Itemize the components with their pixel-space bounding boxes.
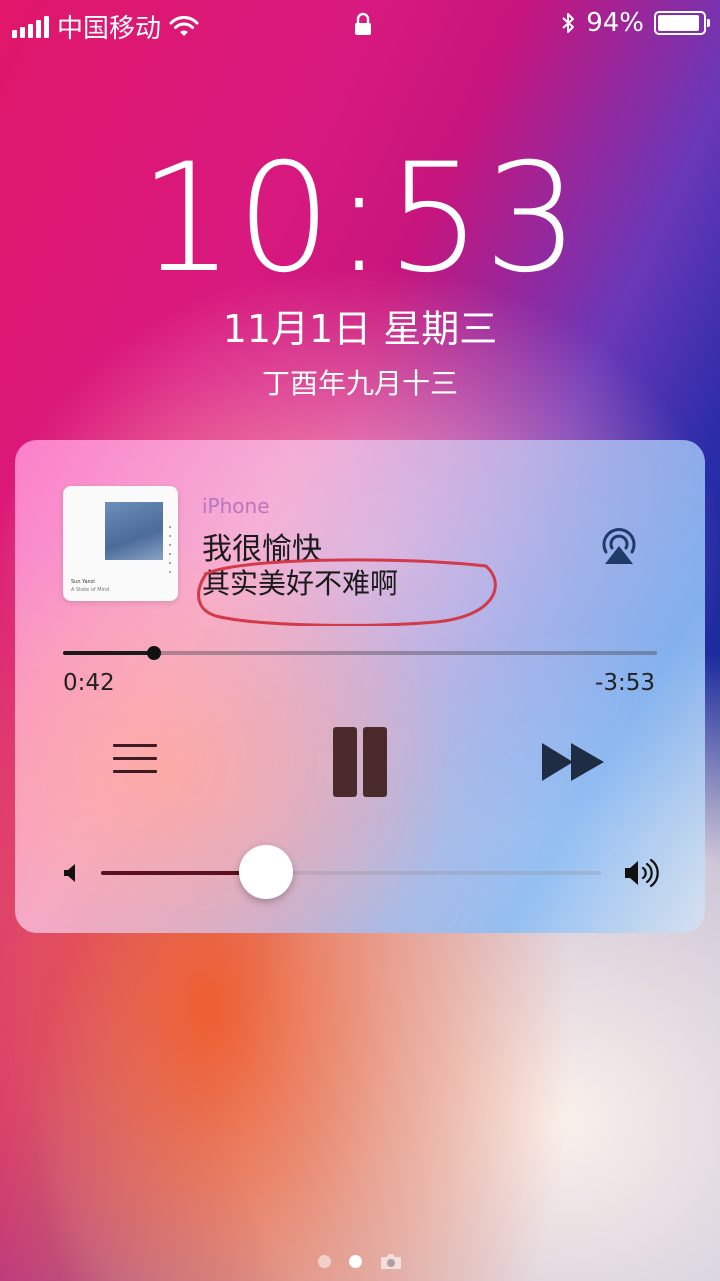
album-art-text-2: A State of Mind [71, 587, 110, 593]
battery-fill [658, 15, 700, 31]
airplay-icon[interactable] [597, 522, 641, 566]
album-art-text-1: Sun Yanzi [71, 579, 95, 585]
page-dot-active[interactable] [349, 1255, 362, 1268]
carrier-label: 中国移动 [57, 14, 162, 44]
battery-percent: 94% [586, 8, 644, 38]
pause-icon[interactable] [333, 727, 389, 797]
camera-icon[interactable] [380, 1253, 402, 1270]
page-indicator [318, 1253, 402, 1270]
playback-source: iPhone [202, 494, 270, 518]
now-playing-card: Sun Yanzi A State of Mind iPhone 我很愉快 其实… [15, 440, 705, 933]
volume-max-icon [625, 858, 659, 888]
signal-icon [12, 15, 49, 38]
menu-icon[interactable] [113, 744, 157, 780]
album-art-image [105, 502, 163, 560]
fast-forward-icon[interactable] [540, 742, 606, 782]
status-bar: 中国移动 94% [0, 0, 720, 48]
battery-icon [654, 11, 710, 35]
progress-scrubber[interactable] [146, 646, 161, 660]
volume-min-icon [64, 864, 75, 882]
status-bar-right: 94% [560, 8, 710, 38]
lockscreen-date: 11月1日 星期三 [222, 307, 498, 351]
bluetooth-icon [562, 13, 575, 33]
status-bar-left: 中国移动 [12, 8, 199, 45]
elapsed-time: 0:42 [63, 670, 115, 696]
page-dot[interactable] [318, 1255, 331, 1268]
album-art-dots [169, 526, 172, 580]
remaining-time: -3:53 [595, 670, 655, 696]
lockscreen-lunar-date: 丁酉年九月十三 [261, 367, 458, 400]
wifi-icon [169, 15, 199, 36]
album-artwork[interactable]: Sun Yanzi A State of Mind [63, 486, 178, 601]
lock-icon [355, 12, 371, 35]
battery-nub [707, 19, 710, 27]
red-circle-annotation [197, 558, 497, 626]
progress-fill [63, 651, 154, 655]
volume-slider-knob[interactable] [239, 845, 293, 899]
lockscreen-time: 10:53 [138, 132, 582, 306]
